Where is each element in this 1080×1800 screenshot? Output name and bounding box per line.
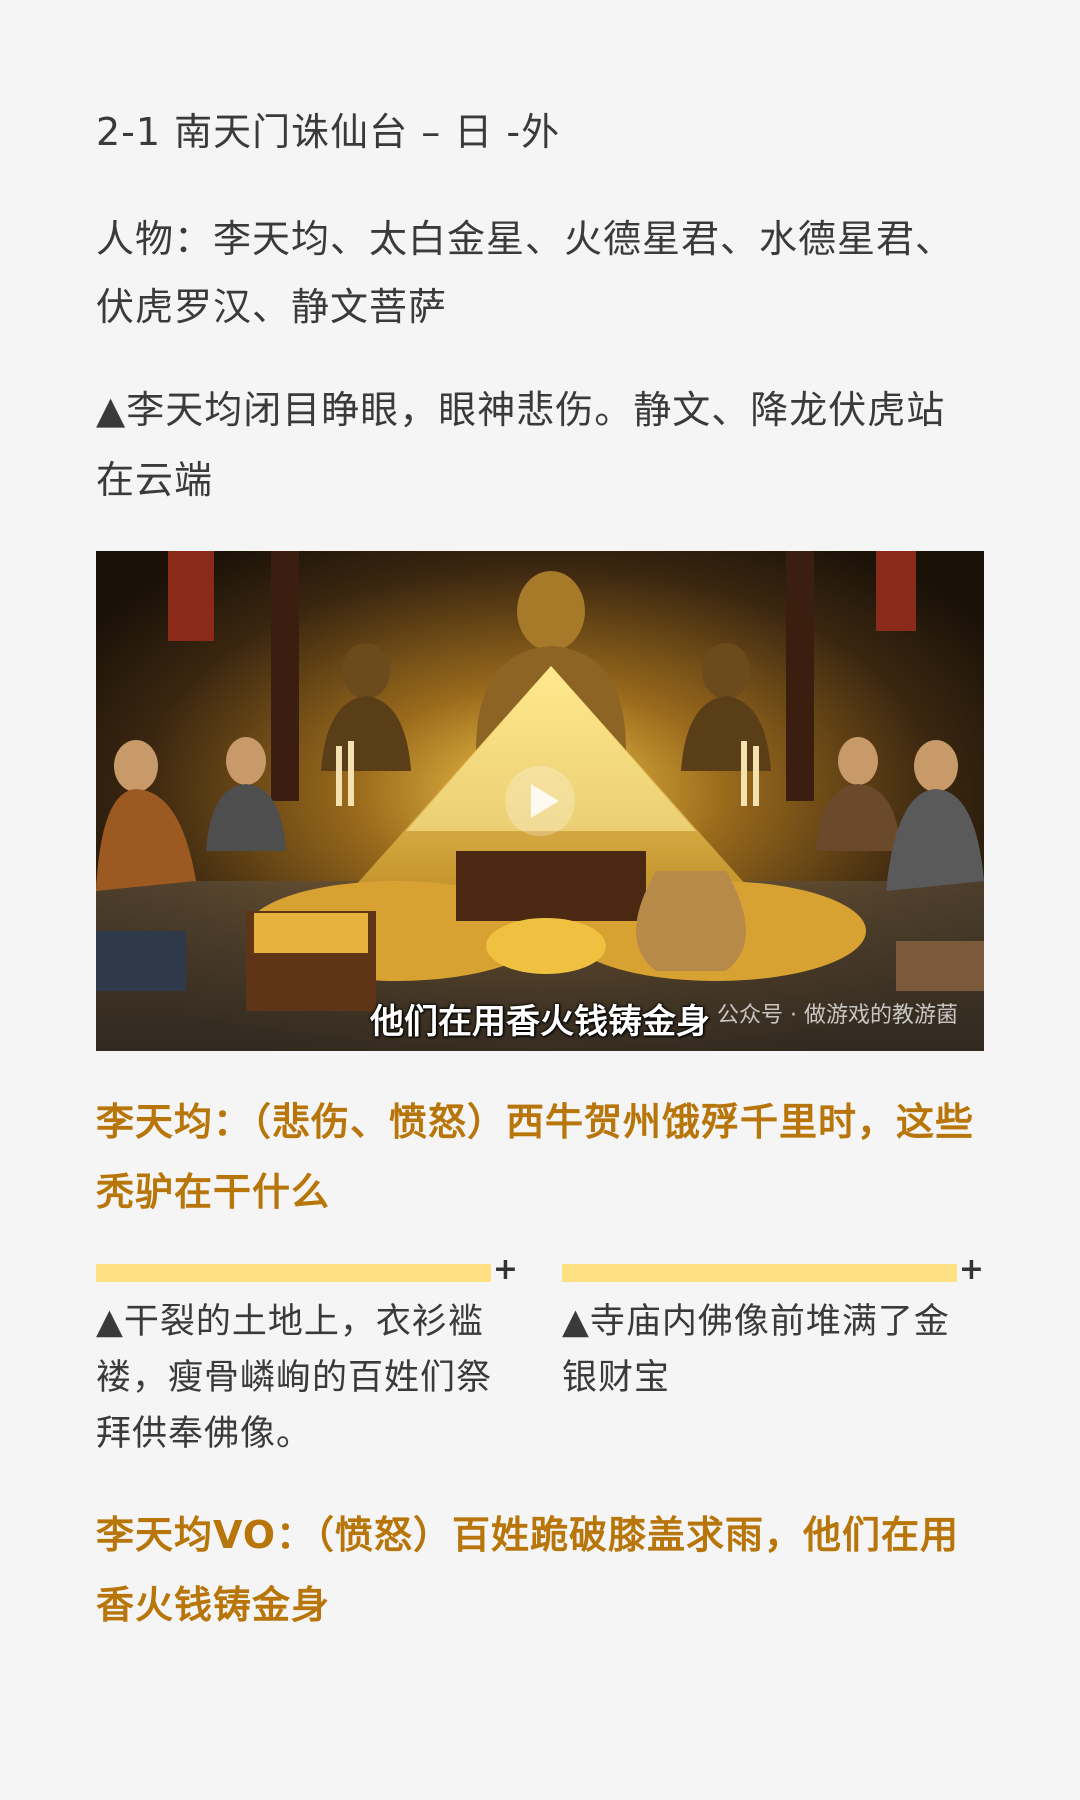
highlight-bar-row: + (562, 1252, 984, 1288)
highlight-bar-row: + (96, 1252, 518, 1288)
plus-icon[interactable]: + (493, 1252, 518, 1287)
characters-line: 人物：李天均、太白金星、火德星君、水德星君、伏虎罗汉、静文菩萨 (96, 217, 955, 329)
scene-heading: 2-1 南天门诛仙台 – 日 -外 (96, 110, 561, 154)
highlight-bar (96, 1264, 491, 1282)
dialogue-line-vo: 李天均VO：（愤怒）百姓跪破膝盖求雨，他们在用香火钱铸金身 (96, 1513, 960, 1627)
shot-column-left: + ▲干裂的土地上，衣衫褴褛，瘦骨嶙峋的百姓们祭拜供奉佛像。 (96, 1252, 518, 1462)
play-icon[interactable] (505, 766, 575, 836)
shot-description: ▲干裂的土地上，衣衫褴褛，瘦骨嶙峋的百姓们祭拜供奉佛像。 (96, 1302, 493, 1454)
plus-icon[interactable]: + (959, 1252, 984, 1287)
shot-column-right: + ▲寺庙内佛像前堆满了金银财宝 (562, 1252, 984, 1406)
action-line: ▲李天均闭目睁眼，眼神悲伤。静文、降龙伏虎站在云端 (96, 388, 946, 502)
highlight-bar (562, 1264, 957, 1282)
video-player[interactable]: 公众号 · 做游戏的教游菌 他们在用香火钱铸金身 (96, 551, 984, 1051)
play-triangle (531, 784, 559, 818)
video-subtitle: 他们在用香火钱铸金身 (370, 1002, 710, 1042)
dialogue-line: 李天均：（悲伤、愤怒）西牛贺州饿殍千里时，这些秃驴在干什么 (96, 1100, 975, 1214)
shot-description: ▲寺庙内佛像前堆满了金银财宝 (562, 1302, 950, 1398)
